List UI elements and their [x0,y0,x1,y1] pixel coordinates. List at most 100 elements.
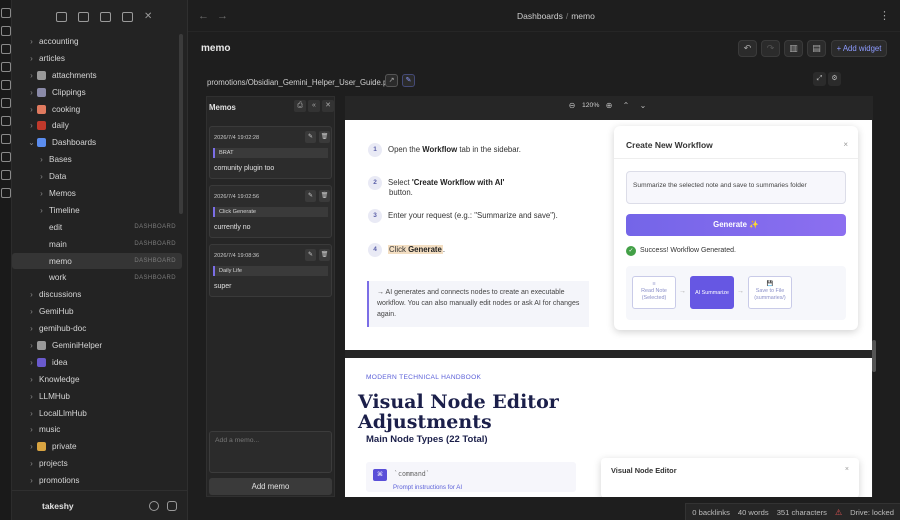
memo-card[interactable]: 2026/7/4 19:02:28 ✎ 🗑 BRAT comunity plug… [209,126,332,179]
sidebar-item[interactable]: › gemihub-doc [12,320,182,337]
delete-memo-icon[interactable]: 🗑 [319,190,330,202]
chevron-icon[interactable]: › [26,71,37,80]
sidebar-item[interactable]: › idea [12,354,182,371]
memo-quote[interactable]: BRAT [213,148,328,158]
sort-icon[interactable] [100,12,111,22]
chevron-icon[interactable]: › [26,290,37,299]
close-panel-icon[interactable]: ✕ [322,100,334,112]
next-page-icon[interactable]: ⌄ [637,100,649,112]
sidebar-item[interactable]: › Memos [12,185,182,202]
sidebar-item[interactable]: › cooking [12,101,182,118]
chevron-icon[interactable]: › [26,459,37,468]
sidebar-item[interactable]: › private [12,438,182,455]
widget-settings-icon[interactable]: ⚙ [828,72,841,86]
sidebar-item[interactable]: › articles [12,50,182,67]
edit-memo-icon[interactable]: ✎ [305,249,316,261]
sidebar-item[interactable]: › promotions [12,472,182,489]
memo-card[interactable]: 2026/7/4 19:02:56 ✎ 🗑 Click Generate cur… [209,185,332,238]
zoom-out-icon[interactable]: ⊖ [566,100,578,112]
sidebar-item[interactable]: › accounting [12,33,182,50]
memo-input[interactable]: Add a memo... [209,431,332,473]
sidebar-item[interactable]: › discussions [12,286,182,303]
ribbon-icon-copy[interactable] [1,80,11,90]
chevron-icon[interactable]: › [36,189,47,198]
chevron-icon[interactable]: › [26,425,37,434]
vault-user-name[interactable]: takeshy [42,501,74,511]
delete-memo-icon[interactable]: 🗑 [319,131,330,143]
ribbon-icon-file[interactable] [1,8,11,18]
chevron-icon[interactable]: › [26,476,37,485]
sidebar-item[interactable]: edit DASHBOARD [12,219,182,236]
chevron-icon[interactable]: › [36,172,47,181]
more-options-icon[interactable]: ⋮ [879,9,890,22]
nav-back-forward[interactable]: ←→ [198,10,236,22]
memo-export-icon[interactable]: ⎙ [294,100,306,112]
redo-button[interactable]: ↷ [761,40,780,57]
backlinks-count[interactable]: 0 backlinks [692,508,730,517]
memo-quote[interactable]: Click Generate [213,207,328,217]
chevron-icon[interactable]: › [26,409,37,418]
sidebar-scrollbar[interactable] [179,34,183,214]
sidebar-item[interactable]: › Bases [12,151,182,168]
help-icon[interactable] [149,501,159,511]
ribbon-icon-graph[interactable] [1,26,11,36]
ribbon-icon-calendar[interactable] [1,62,11,72]
sidebar-item[interactable]: work DASHBOARD [12,269,182,286]
chevron-icon[interactable]: › [26,54,37,63]
ribbon-icon-window[interactable] [1,188,11,198]
new-folder-icon[interactable] [78,12,89,22]
delete-memo-icon[interactable]: 🗑 [319,249,330,261]
sidebar-item[interactable]: › LLMHub [12,388,182,405]
chevron-icon[interactable]: › [26,121,37,130]
prev-page-icon[interactable]: ⌃ [620,100,632,112]
close-icon[interactable]: ✕ [144,12,155,22]
chevron-icon[interactable]: › [26,37,37,46]
ribbon-icon-list[interactable] [1,116,11,126]
drive-status[interactable]: Drive: locked [850,508,894,517]
sidebar-item[interactable]: › music [12,421,182,438]
rows-layout-button[interactable]: ▤ [807,40,826,57]
sidebar-item[interactable]: › Timeline [12,202,182,219]
ribbon-icon-edit[interactable] [1,170,11,180]
sidebar-item[interactable]: memo DASHBOARD [12,252,182,270]
sidebar-item[interactable]: › projects [12,455,182,472]
breadcrumb-parent[interactable]: Dashboards [517,11,563,21]
expand-icon[interactable]: ⤢ [813,72,826,86]
sync-warning-icon[interactable]: ⚠ [835,508,842,517]
ribbon-icon-terminal[interactable] [1,98,11,108]
highlighted-text[interactable]: Click Generate [388,245,443,255]
chevron-icon[interactable]: ⌄ [26,138,37,147]
settings-icon[interactable] [167,501,177,511]
sidebar-item[interactable]: › LocalLlmHub [12,405,182,422]
ribbon-icon-upload[interactable] [1,134,11,144]
sidebar-item[interactable]: › Clippings [12,84,182,101]
chevron-icon[interactable]: › [36,206,47,215]
chevron-icon[interactable]: › [26,358,37,367]
memo-quote[interactable]: Daily Life [213,266,328,276]
chevron-icon[interactable]: › [26,307,37,316]
chevron-icon[interactable]: › [26,88,37,97]
chevron-icon[interactable]: › [26,324,37,333]
sidebar-item[interactable]: › Data [12,168,182,185]
memo-card[interactable]: 2026/7/4 19:08:36 ✎ 🗑 Daily Life super [209,244,332,297]
pdf-scrollbar[interactable] [872,340,876,372]
open-external-icon[interactable]: ↗ [385,74,398,87]
collapse-panel-icon[interactable]: « [308,100,320,112]
chevron-icon[interactable]: › [26,375,37,384]
ribbon-icon-grid[interactable] [1,44,11,54]
chevron-icon[interactable]: › [26,392,37,401]
sidebar-item[interactable]: ⌄ Dashboards [12,134,182,151]
change-file-icon[interactable]: ✎ [402,74,415,87]
undo-button[interactable]: ↶ [738,40,757,57]
new-note-icon[interactable] [56,12,67,22]
edit-memo-icon[interactable]: ✎ [305,131,316,143]
sidebar-item[interactable]: main DASHBOARD [12,236,182,253]
sidebar-item[interactable]: › attachments [12,67,182,84]
columns-layout-button[interactable]: ▥ [784,40,803,57]
sidebar-item[interactable]: › Knowledge [12,371,182,388]
chevron-icon[interactable]: › [26,105,37,114]
edit-memo-icon[interactable]: ✎ [305,190,316,202]
chevron-icon[interactable]: › [36,155,47,164]
add-memo-button[interactable]: Add memo [209,478,332,495]
chevron-icon[interactable]: › [26,341,37,350]
